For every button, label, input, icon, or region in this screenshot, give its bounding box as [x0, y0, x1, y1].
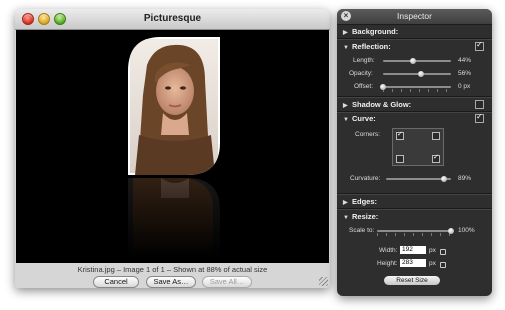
disclosure-triangle-icon[interactable]: ▶ — [343, 29, 352, 36]
section-label: Curve: — [352, 114, 376, 123]
length-slider-knob[interactable] — [409, 58, 416, 64]
width-label: Width: — [379, 247, 398, 254]
length-value: 44% — [458, 57, 472, 64]
scale-value: 100% — [458, 227, 475, 234]
disclosure-triangle-icon[interactable]: ▶ — [343, 102, 352, 109]
section-reflection[interactable]: ▼ Reflection: — [343, 42, 391, 51]
curve-checkbox[interactable] — [475, 112, 484, 123]
offset-slider-track[interactable] — [383, 86, 451, 88]
offset-ticks — [383, 89, 451, 92]
section-edges[interactable]: ▶ Edges: — [343, 197, 377, 206]
height-field[interactable]: 283 — [400, 259, 426, 267]
picturesque-window: Picturesque Kristina.jpg – Image 1 of 1 … — [15, 9, 330, 288]
corner-top-right-checkbox[interactable] — [432, 132, 440, 140]
status-text: Kristina.jpg – Image 1 of 1 – Shown at 8… — [77, 265, 268, 274]
disclosure-triangle-icon[interactable]: ▼ — [343, 215, 352, 221]
lock-icon[interactable] — [440, 262, 446, 268]
divider — [337, 111, 492, 113]
scale-slider-track[interactable] — [377, 230, 451, 232]
divider — [337, 193, 492, 195]
title-bar[interactable]: Picturesque — [15, 9, 330, 30]
opacity-label: Opacity: — [349, 70, 373, 77]
width-unit: px — [429, 247, 436, 254]
section-curve[interactable]: ▼ Curve: — [343, 114, 376, 123]
curvature-value: 89% — [458, 175, 472, 182]
image-canvas — [16, 30, 329, 263]
corner-top-left-checkbox[interactable] — [396, 130, 404, 140]
section-label: Background: — [352, 27, 399, 36]
opacity-value: 56% — [458, 70, 472, 77]
section-background[interactable]: ▶ Background: — [343, 27, 398, 36]
section-shadow-glow[interactable]: ▶ Shadow & Glow: — [343, 100, 411, 109]
curvature-slider-knob[interactable] — [440, 176, 447, 182]
section-label: Resize: — [352, 212, 379, 221]
height-label: Height: — [377, 260, 398, 267]
curvature-label: Curvature: — [350, 175, 381, 182]
photo-reflection — [128, 178, 220, 258]
scale-ticks — [377, 233, 451, 236]
lock-icon[interactable] — [440, 249, 446, 255]
length-label: Length: — [353, 57, 375, 64]
opacity-slider-track[interactable] — [383, 73, 451, 75]
disclosure-triangle-icon[interactable]: ▼ — [343, 117, 352, 123]
divider — [337, 38, 492, 40]
resize-grip-icon[interactable] — [319, 277, 328, 286]
length-slider-track[interactable] — [383, 60, 451, 62]
reflection-checkbox[interactable] — [475, 40, 484, 51]
section-label: Edges: — [352, 197, 378, 206]
section-resize[interactable]: ▼ Resize: — [343, 212, 378, 221]
height-unit: px — [429, 260, 436, 267]
scale-slider-knob[interactable] — [448, 228, 454, 234]
corners-label: Corners: — [355, 131, 380, 138]
reset-size-button[interactable]: Reset Size — [384, 276, 440, 285]
inspector-title: Inspector — [397, 11, 432, 21]
opacity-slider-knob[interactable] — [418, 71, 425, 77]
corner-bottom-left-checkbox[interactable] — [396, 155, 404, 163]
offset-slider-knob[interactable] — [380, 84, 386, 90]
disclosure-triangle-icon[interactable]: ▼ — [343, 45, 352, 51]
corners-grid — [392, 128, 444, 166]
window-title: Picturesque — [143, 13, 202, 24]
scale-label: Scale to: — [349, 227, 375, 234]
cancel-button[interactable]: Cancel — [93, 276, 139, 288]
section-label: Shadow & Glow: — [352, 100, 412, 109]
save-all-button[interactable]: Save All… — [202, 276, 252, 288]
portrait-photo — [128, 37, 220, 175]
offset-value: 0 px — [458, 83, 471, 90]
width-field[interactable]: 192 — [400, 246, 426, 254]
inspector-panel: × Inspector ▶Background: ▼Reflection: Le… — [337, 9, 492, 296]
save-as-button[interactable]: Save As… — [146, 276, 196, 288]
divider — [337, 208, 492, 210]
inspector-title-bar[interactable]: × Inspector — [337, 9, 492, 25]
divider — [337, 96, 492, 98]
corner-bottom-right-checkbox[interactable] — [432, 153, 440, 163]
shadow-glow-checkbox[interactable] — [475, 100, 484, 109]
offset-label: Offset: — [354, 83, 374, 90]
disclosure-triangle-icon[interactable]: ▶ — [343, 199, 352, 206]
section-label: Reflection: — [352, 42, 391, 51]
